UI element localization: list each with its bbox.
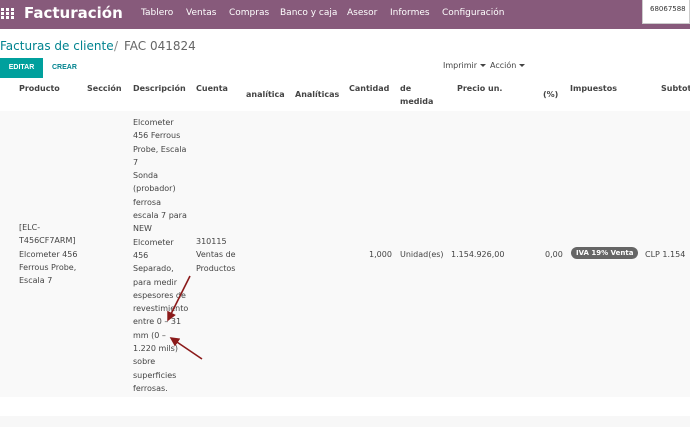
annotation-arrow — [167, 275, 191, 322]
top-navbar: Facturación Tablero Ventas Compras Banco… — [0, 0, 690, 29]
bottom-strip — [0, 416, 690, 427]
annotation-arrows — [167, 275, 203, 360]
app-title[interactable]: Facturación — [24, 4, 123, 22]
user-id-label: 68067588 — [650, 5, 686, 13]
print-dropdown[interactable]: Imprimir — [443, 61, 487, 70]
caret-down-icon — [519, 64, 526, 67]
breadcrumb-current: FAC 041824 — [124, 39, 196, 53]
menu-informes[interactable]: Informes — [390, 8, 430, 18]
apps-grid-icon[interactable] — [1, 8, 14, 20]
menu-tablero[interactable]: Tablero — [141, 8, 173, 18]
print-label: Imprimir — [443, 61, 478, 70]
menu-ventas[interactable]: Ventas — [186, 8, 216, 18]
caret-down-icon — [480, 64, 487, 67]
action-label: Acción — [490, 61, 517, 70]
menu-configuracion[interactable]: Configuración — [442, 8, 504, 18]
menu-compras[interactable]: Compras — [229, 8, 269, 18]
invoice-sheet: Producto Sección Descripción Cuenta anal… — [0, 81, 690, 416]
menu-asesor[interactable]: Asesor — [347, 8, 377, 18]
action-dropdown[interactable]: Acción — [490, 61, 526, 70]
create-button[interactable]: CREAR — [52, 58, 77, 78]
breadcrumb-parent[interactable]: Facturas de cliente — [0, 39, 114, 53]
user-menu[interactable]: 68067588 — [642, 0, 690, 24]
menu-banco-y-caja[interactable]: Banco y caja — [280, 8, 337, 18]
edit-button[interactable]: EDITAR — [0, 58, 43, 78]
control-panel: Facturas de cliente / FAC 041824 EDITAR … — [0, 29, 690, 81]
breadcrumb-separator: / — [114, 39, 119, 53]
annotation-arrow — [169, 337, 203, 360]
